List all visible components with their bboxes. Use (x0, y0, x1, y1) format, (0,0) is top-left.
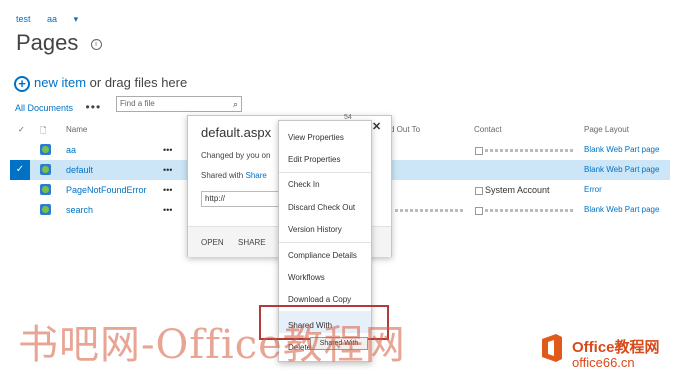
chevron-down-icon: ▾ (73, 14, 79, 24)
row-name[interactable]: PageNotFoundError (66, 185, 147, 195)
menu-workflows[interactable]: Workflows (288, 273, 325, 282)
menu-version-history[interactable]: Version History (288, 225, 342, 234)
view-more-icon[interactable]: ••• (86, 100, 102, 114)
search-placeholder: Find a file (120, 99, 155, 108)
row-contact: System Account (485, 185, 550, 195)
menu-divider (279, 172, 371, 173)
user-label: aa (47, 14, 58, 24)
new-item-link[interactable]: new item (34, 75, 86, 90)
logo-line2: office66.cn (572, 355, 635, 370)
row-more-icon[interactable]: ••• (163, 145, 172, 155)
callout-share-button[interactable]: SHARE (238, 238, 266, 247)
callout-changed: Changed by you on (201, 151, 271, 160)
menu-download-copy[interactable]: Download a Copy (288, 295, 351, 304)
row-check[interactable] (475, 187, 483, 195)
contact-redacted (485, 209, 575, 212)
site-link[interactable]: test (16, 14, 31, 24)
callout-shared-label: Shared with (201, 171, 244, 180)
callout-open-button[interactable]: OPEN (201, 238, 224, 247)
watermark: 书吧网-Office教程网 (18, 322, 406, 368)
row-layout[interactable]: Error (584, 185, 602, 194)
search-input[interactable]: Find a file ⌕ (116, 96, 242, 112)
contact-redacted (485, 149, 575, 152)
col-contact[interactable]: Contact (474, 125, 502, 134)
aspx-file-icon (40, 144, 51, 155)
row-more-icon[interactable]: ••• (163, 205, 172, 215)
page-title: Pages i (16, 30, 102, 56)
col-checked-out-to[interactable]: d Out To (390, 125, 420, 134)
drag-hint: or drag files here (89, 75, 188, 90)
row-check[interactable] (475, 207, 483, 215)
callout-shared: Shared with Share (201, 171, 267, 180)
page-title-text: Pages (16, 30, 79, 55)
close-icon[interactable]: ✕ (372, 120, 381, 133)
file-type-icon: 🗋 (40, 126, 47, 135)
info-icon[interactable]: i (90, 38, 102, 50)
checkout-redacted (395, 209, 465, 212)
row-name[interactable]: search (66, 205, 93, 215)
aspx-file-icon (40, 184, 51, 195)
plus-icon[interactable]: + (14, 75, 30, 92)
row-layout[interactable]: Blank Web Part page (584, 165, 659, 174)
search-icon[interactable]: ⌕ (233, 97, 238, 111)
view-all-documents[interactable]: All Documents (15, 103, 73, 113)
top-nav: test aa ▾ (16, 14, 106, 25)
row-name[interactable]: aa (66, 145, 76, 155)
select-all-check[interactable]: ✓ (18, 125, 25, 134)
row-more-icon[interactable]: ••• (163, 165, 172, 175)
row-layout[interactable]: Blank Web Part page (584, 145, 659, 154)
aspx-file-icon (40, 204, 51, 215)
menu-edit-properties[interactable]: Edit Properties (288, 155, 340, 164)
callout-file-name: default.aspx (201, 125, 272, 140)
menu-discard-check-out[interactable]: Discard Check Out (288, 203, 355, 212)
menu-divider (279, 242, 371, 243)
menu-view-properties[interactable]: View Properties (288, 133, 344, 142)
col-name[interactable]: Name (66, 125, 87, 134)
row-selected-check-icon[interactable]: ✓ (10, 160, 30, 180)
menu-compliance-details[interactable]: Compliance Details (288, 251, 357, 260)
new-item-bar: + new item or drag files here (14, 75, 187, 92)
menu-check-in[interactable]: Check In (288, 180, 320, 189)
col-page-layout[interactable]: Page Layout (584, 125, 629, 134)
row-layout[interactable]: Blank Web Part page (584, 205, 659, 214)
aspx-file-icon (40, 164, 51, 175)
callout-share-link[interactable]: Share (245, 171, 266, 180)
row-check[interactable] (475, 147, 483, 155)
row-name[interactable]: default (66, 165, 93, 175)
row-more-icon[interactable]: ••• (163, 185, 172, 195)
logo-line1: Office教程网 (572, 339, 660, 356)
user-menu[interactable]: aa ▾ (47, 14, 92, 24)
callout-url-field[interactable]: http:// (201, 191, 286, 207)
office-logo-icon (542, 334, 562, 362)
view-selector: All Documents ••• (15, 100, 101, 114)
